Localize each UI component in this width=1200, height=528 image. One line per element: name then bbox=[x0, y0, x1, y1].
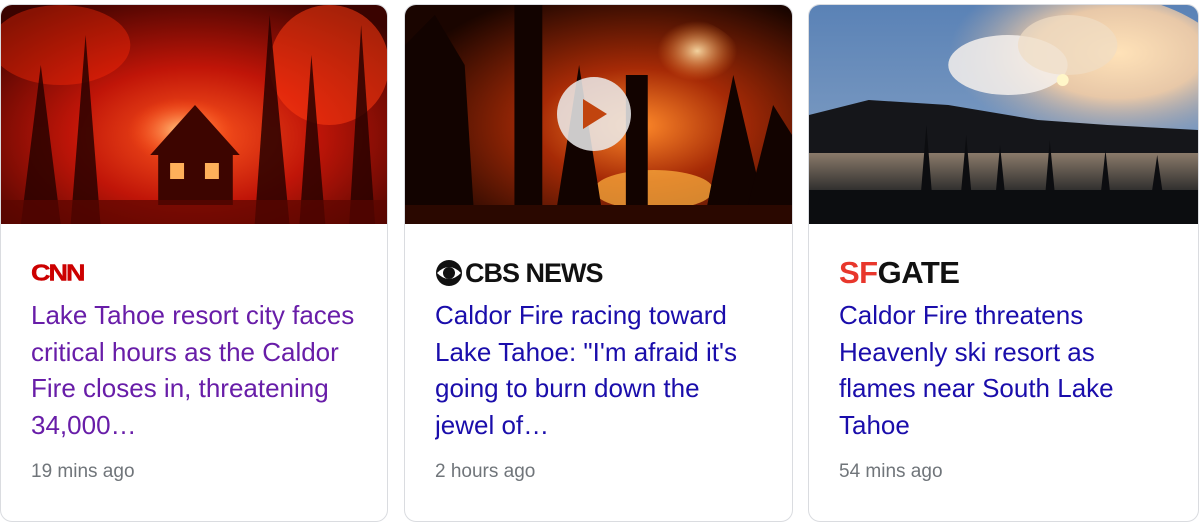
news-card-cbs[interactable]: CBS NEWS Caldor Fire racing toward Lake … bbox=[404, 4, 793, 522]
news-thumbnail[interactable] bbox=[809, 5, 1198, 224]
news-carousel: CNN Lake Tahoe resort city faces critica… bbox=[0, 0, 1200, 528]
news-thumbnail[interactable] bbox=[405, 5, 792, 224]
timestamp: 2 hours ago bbox=[435, 461, 536, 482]
headline-link[interactable]: Caldor Fire racing toward Lake Tahoe: "I… bbox=[435, 297, 762, 443]
source-name: CNN bbox=[31, 259, 86, 286]
cbs-news-logo: CBS NEWS bbox=[435, 258, 762, 288]
sfgate-logo: SF GATE bbox=[839, 255, 1168, 290]
smoke-over-lake-image bbox=[809, 5, 1198, 224]
play-icon bbox=[583, 99, 607, 129]
cbs-eye-icon bbox=[436, 260, 462, 286]
timestamp: 54 mins ago bbox=[839, 461, 943, 482]
headline-link[interactable]: Caldor Fire threatens Heavenly ski resor… bbox=[839, 297, 1168, 443]
wildfire-image bbox=[1, 5, 387, 224]
source-name: CBS NEWS bbox=[465, 257, 604, 288]
news-card-sfgate[interactable]: SF GATE Caldor Fire threatens Heavenly sk… bbox=[808, 4, 1199, 522]
news-card-cnn[interactable]: CNN Lake Tahoe resort city faces critica… bbox=[0, 4, 388, 522]
source-name-gate: GATE bbox=[877, 255, 960, 290]
source-name-sf: SF bbox=[839, 255, 878, 290]
play-button[interactable] bbox=[557, 77, 631, 151]
headline-link[interactable]: Lake Tahoe resort city faces critical ho… bbox=[31, 297, 357, 443]
cnn-logo: CNN bbox=[31, 258, 357, 288]
timestamp: 19 mins ago bbox=[31, 461, 135, 482]
news-thumbnail[interactable] bbox=[1, 5, 387, 224]
